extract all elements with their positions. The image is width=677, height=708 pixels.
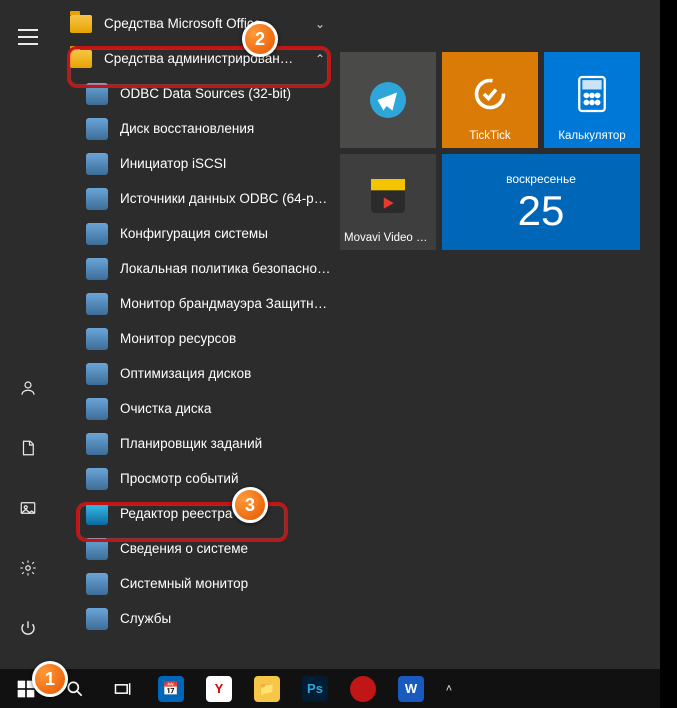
taskbar-app-word[interactable]: W [388, 669, 434, 708]
app-item[interactable]: Очистка диска [56, 391, 340, 426]
folder-icon [70, 13, 92, 35]
app-item-registry-editor[interactable]: Редактор реестра [56, 496, 340, 531]
step-badge-3: 3 [232, 487, 268, 523]
app-icon [86, 293, 108, 315]
taskbar-app-yandex[interactable]: Y [196, 669, 242, 708]
app-label: Редактор реестра [120, 506, 332, 521]
taskbar-app-calendar[interactable]: 📅 [148, 669, 194, 708]
app-label: Планировщик заданий [120, 436, 332, 451]
app-label: Монитор брандмауэра Защитник... [120, 296, 332, 311]
tile-label: Movavi Video Converter... [344, 232, 432, 244]
app-label: Сведения о системе [120, 541, 332, 556]
group-office[interactable]: Средства Microsoft Office ⌄ [56, 6, 340, 41]
chevron-up-icon: ⌃ [308, 52, 332, 66]
tile-calculator[interactable]: Калькулятор [544, 52, 640, 148]
tile-label: Калькулятор [548, 130, 636, 142]
app-item[interactable]: Источники данных ODBC (64-раз... [56, 181, 340, 216]
start-rail [0, 0, 56, 669]
tile-telegram[interactable] [340, 52, 436, 148]
app-item[interactable]: Диск восстановления [56, 111, 340, 146]
app-icon [86, 398, 108, 420]
tile-ticktick[interactable]: TickTick [442, 52, 538, 148]
calendar-day-of-week: воскресенье [506, 172, 576, 186]
settings-icon[interactable] [4, 545, 52, 591]
tray-expand[interactable]: ˄ [444, 669, 454, 708]
app-label: Оптимизация дисков [120, 366, 332, 381]
app-icon [86, 433, 108, 455]
movavi-icon [371, 160, 405, 232]
app-item[interactable]: Локальная политика безопасности [56, 251, 340, 286]
taskbar-app-photoshop[interactable]: Ps [292, 669, 338, 708]
app-icon [86, 83, 108, 105]
app-item[interactable]: Планировщик заданий [56, 426, 340, 461]
tile-movavi[interactable]: Movavi Video Converter... [340, 154, 436, 250]
telegram-icon [370, 58, 406, 142]
documents-icon[interactable] [4, 425, 52, 471]
group-admin-tools[interactable]: Средства администрирования... ⌃ [56, 41, 340, 76]
app-label: Системный монитор [120, 576, 332, 591]
app-list[interactable]: Средства Microsoft Office ⌄ Средства адм… [56, 0, 340, 669]
app-label: Очистка диска [120, 401, 332, 416]
ticktick-icon [472, 58, 508, 130]
app-icon [86, 503, 108, 525]
calendar-day-number: 25 [518, 190, 565, 232]
app-label: Инициатор iSCSI [120, 156, 332, 171]
user-icon[interactable] [4, 365, 52, 411]
tile-calendar[interactable]: воскресенье 25 [442, 154, 640, 250]
app-icon [86, 538, 108, 560]
taskbar-app-explorer[interactable]: 📁 [244, 669, 290, 708]
app-icon [86, 153, 108, 175]
app-label: ODBC Data Sources (32-bit) [120, 86, 332, 101]
chevron-up-icon: ˄ [446, 683, 452, 695]
start-tiles: TickTick Калькулятор Movavi Video Conver… [340, 0, 660, 669]
app-item[interactable]: Оптимизация дисков [56, 356, 340, 391]
app-label: Локальная политика безопасности [120, 261, 332, 276]
taskbar: 📅 Y 📁 Ps W ˄ [0, 669, 660, 708]
app-icon [86, 258, 108, 280]
app-item[interactable]: Инициатор iSCSI [56, 146, 340, 181]
app-label: Службы [120, 611, 332, 626]
power-icon[interactable] [4, 605, 52, 651]
app-label: Источники данных ODBC (64-раз... [120, 191, 332, 206]
app-icon [86, 188, 108, 210]
app-label: Просмотр событий [120, 471, 332, 486]
app-icon [86, 608, 108, 630]
app-label: Конфигурация системы [120, 226, 332, 241]
app-item[interactable]: ODBC Data Sources (32-bit) [56, 76, 340, 111]
app-icon [86, 573, 108, 595]
pictures-icon[interactable] [4, 485, 52, 531]
start-menu: Средства Microsoft Office ⌄ Средства адм… [0, 0, 660, 669]
calculator-icon [575, 58, 609, 130]
app-icon [86, 223, 108, 245]
hamburger-button[interactable] [4, 14, 52, 60]
app-item[interactable]: Системный монитор [56, 566, 340, 601]
app-item[interactable]: Службы [56, 601, 340, 636]
folder-icon [70, 48, 92, 70]
app-label: Монитор ресурсов [120, 331, 332, 346]
app-icon [86, 363, 108, 385]
step-badge-1: 1 [32, 661, 68, 697]
task-view-button[interactable] [100, 669, 146, 708]
right-edge-strip [660, 0, 677, 708]
app-item[interactable]: Монитор брандмауэра Защитник... [56, 286, 340, 321]
tile-label: TickTick [446, 130, 534, 142]
app-label: Диск восстановления [120, 121, 332, 136]
app-item[interactable]: Сведения о системе [56, 531, 340, 566]
app-icon [86, 118, 108, 140]
step-badge-2: 2 [242, 21, 278, 57]
taskbar-app-opera[interactable] [340, 669, 386, 708]
app-item[interactable]: Монитор ресурсов [56, 321, 340, 356]
app-icon [86, 328, 108, 350]
chevron-down-icon: ⌄ [308, 17, 332, 31]
app-icon [86, 468, 108, 490]
app-item[interactable]: Просмотр событий [56, 461, 340, 496]
app-item[interactable]: Конфигурация системы [56, 216, 340, 251]
